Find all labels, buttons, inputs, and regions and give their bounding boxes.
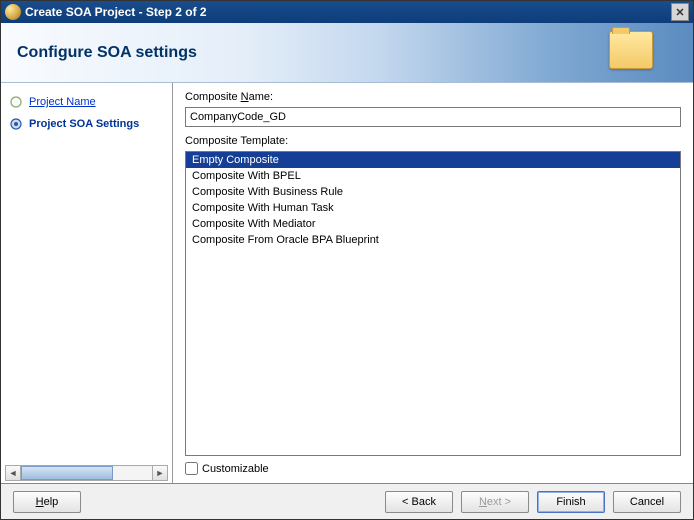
next-button: Next > bbox=[461, 491, 529, 513]
scroll-left-icon[interactable]: ◄ bbox=[5, 465, 21, 481]
window-title: Create SOA Project - Step 2 of 2 bbox=[25, 5, 671, 19]
customizable-checkbox[interactable] bbox=[185, 462, 198, 475]
title-bar[interactable]: Create SOA Project - Step 2 of 2 ✕ bbox=[1, 1, 693, 23]
step-label: Project SOA Settings bbox=[29, 118, 139, 130]
step-current-icon bbox=[9, 117, 23, 131]
template-listbox[interactable]: Empty CompositeComposite With BPELCompos… bbox=[185, 151, 681, 456]
close-icon[interactable]: ✕ bbox=[671, 3, 689, 21]
app-icon bbox=[5, 4, 21, 20]
cancel-button[interactable]: Cancel bbox=[613, 491, 681, 513]
scroll-track[interactable] bbox=[21, 465, 152, 481]
scroll-thumb[interactable] bbox=[21, 466, 113, 480]
list-item[interactable]: Composite With BPEL bbox=[186, 168, 680, 184]
composite-template-label: Composite Template: bbox=[185, 135, 681, 147]
list-item[interactable]: Composite From Oracle BPA Blueprint bbox=[186, 232, 680, 248]
composite-name-input[interactable] bbox=[185, 107, 681, 127]
finish-button[interactable]: Finish bbox=[537, 491, 605, 513]
form-panel: Composite Name: Composite Template: Empt… bbox=[173, 83, 693, 483]
list-item[interactable]: Empty Composite bbox=[186, 152, 680, 168]
back-button[interactable]: < Back bbox=[385, 491, 453, 513]
list-item[interactable]: Composite With Business Rule bbox=[186, 184, 680, 200]
help-button[interactable]: Help bbox=[13, 491, 81, 513]
page-title: Configure SOA settings bbox=[17, 44, 197, 62]
list-item[interactable]: Composite With Mediator bbox=[186, 216, 680, 232]
step-project-name[interactable]: Project Name bbox=[1, 91, 172, 113]
scroll-right-icon[interactable]: ► bbox=[152, 465, 168, 481]
step-soa-settings: Project SOA Settings bbox=[1, 113, 172, 135]
list-item[interactable]: Composite With Human Task bbox=[186, 200, 680, 216]
step-link[interactable]: Project Name bbox=[29, 96, 96, 108]
composite-name-label: Composite Name: bbox=[185, 91, 681, 103]
folder-icon bbox=[609, 31, 653, 69]
customizable-label[interactable]: Customizable bbox=[202, 463, 269, 475]
step-complete-icon bbox=[9, 95, 23, 109]
sidebar-scrollbar[interactable]: ◄ ► bbox=[5, 465, 168, 481]
step-sidebar: Project Name Project SOA Settings ◄ ► bbox=[1, 83, 173, 483]
button-bar: Help < Back Next > Finish Cancel bbox=[1, 483, 693, 519]
wizard-header: Configure SOA settings bbox=[1, 23, 693, 83]
